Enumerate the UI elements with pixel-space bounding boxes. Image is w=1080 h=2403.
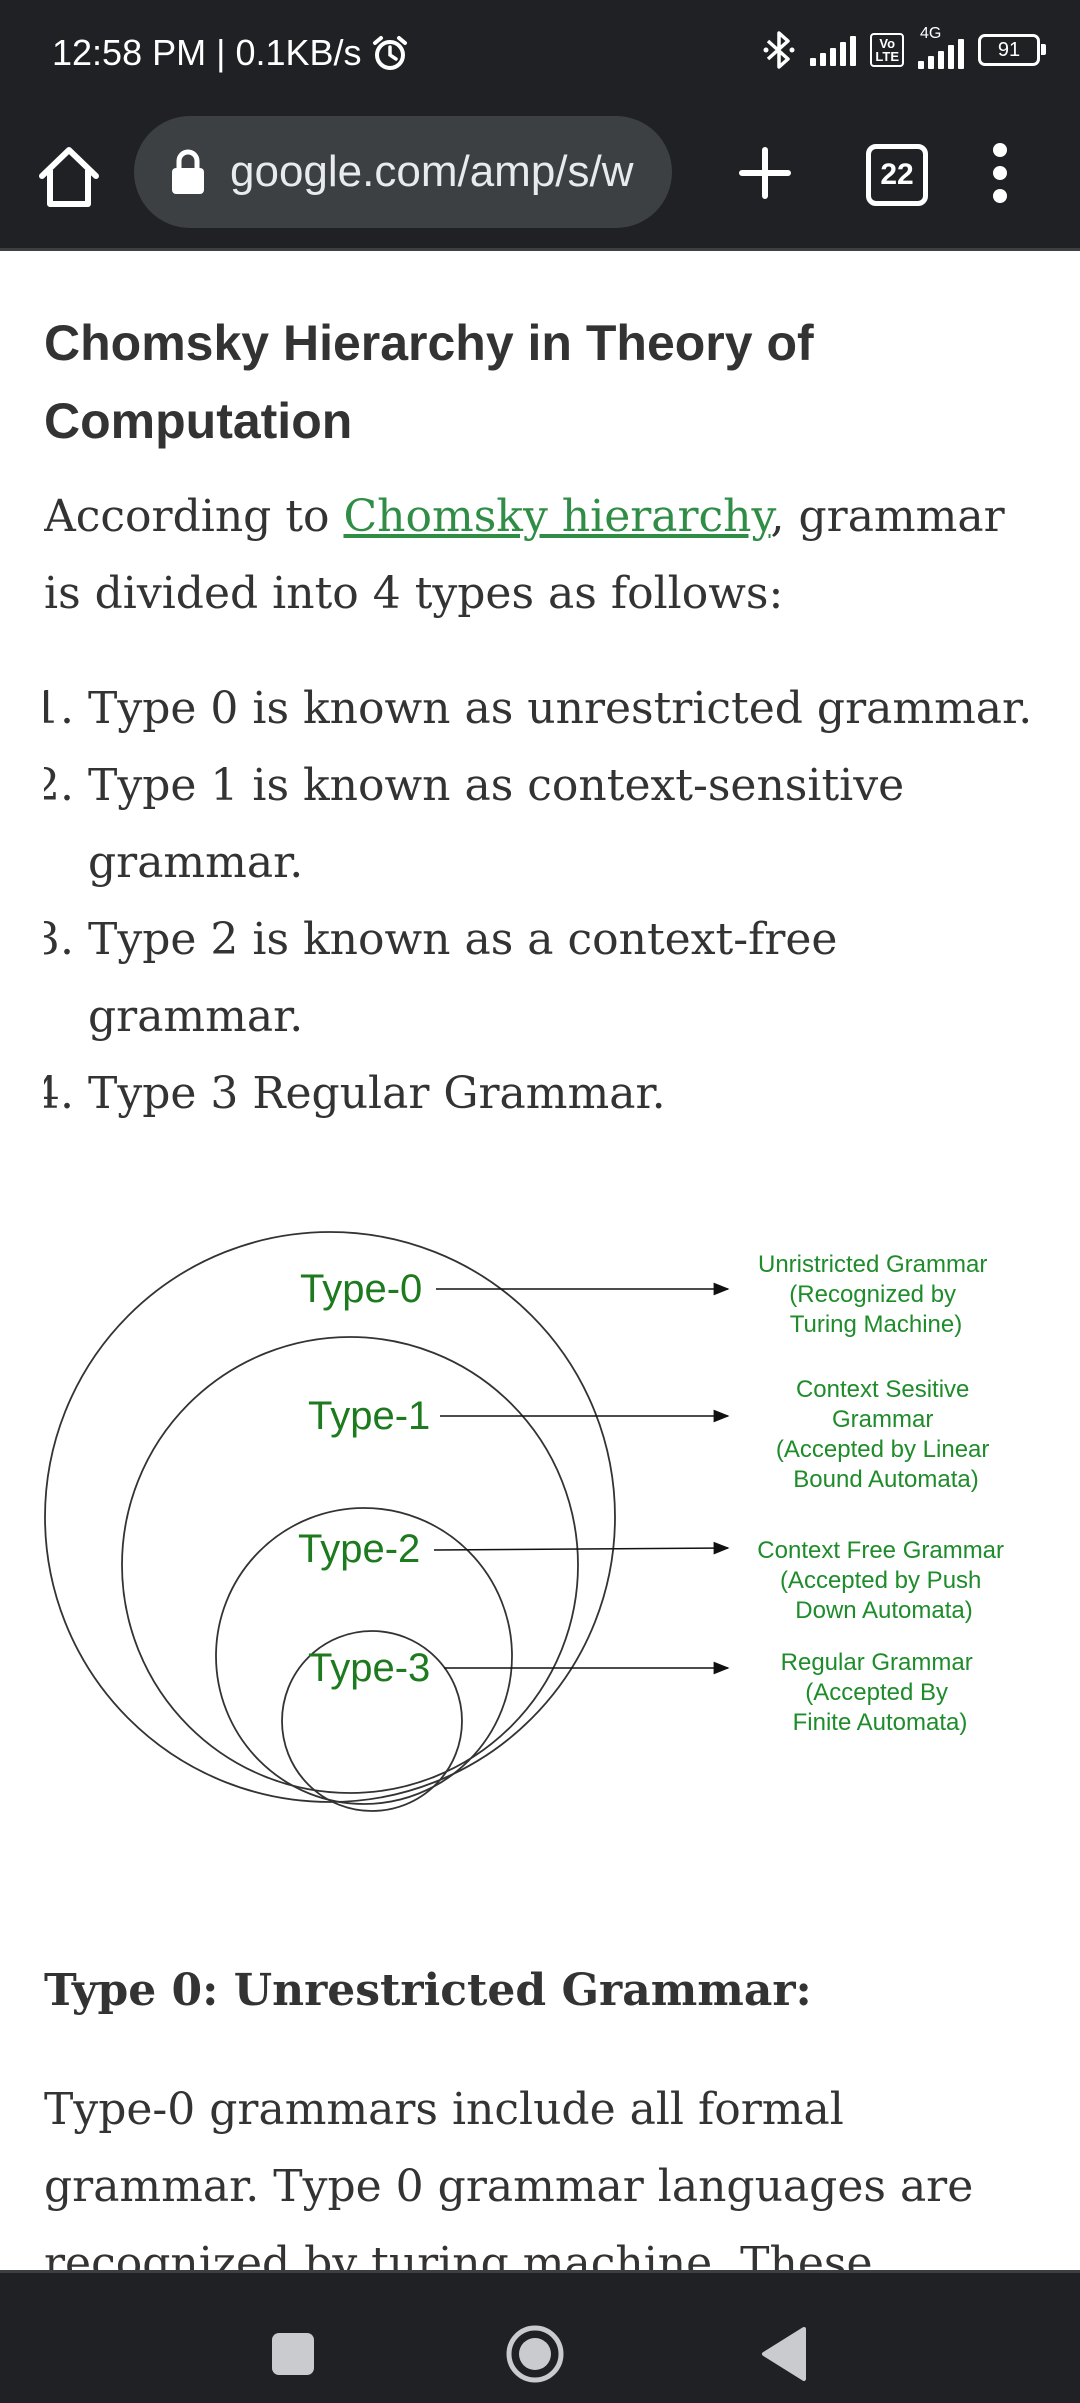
status-bar: 12:58 PM | 0.1KB/s Vo LTE 4G 91 xyxy=(0,0,1080,112)
network-type-label: 4G xyxy=(920,25,942,42)
volte-icon: Vo LTE xyxy=(870,33,904,67)
intro-paragraph: According to Chomsky hierarchy, grammar … xyxy=(44,491,1005,619)
chomsky-hierarchy-diagram: Type-0 Type-1 Type-2 Type-3 Unristricted… xyxy=(44,1231,1010,1812)
browser-toolbar: google.com/amp/s/w 22 xyxy=(0,112,1080,251)
type2-label: Type-2 xyxy=(298,1527,420,1571)
url-text: google.com/amp/s/w xyxy=(230,147,634,196)
type1-label: Type-1 xyxy=(308,1394,430,1438)
status-icons: Vo LTE 4G 91 xyxy=(762,25,1046,70)
signal-1-icon xyxy=(810,34,857,66)
type2-arrow xyxy=(433,1541,730,1555)
tab-switcher-button[interactable]: 22 xyxy=(866,144,928,206)
url-bar[interactable]: google.com/amp/s/w xyxy=(134,116,672,228)
chomsky-hierarchy-link[interactable]: Chomsky hierarchy xyxy=(343,491,770,542)
type0-circle xyxy=(44,1231,616,1803)
alarm-icon xyxy=(372,36,407,70)
triangle-back-icon[interactable] xyxy=(758,2325,808,2383)
circle-icon[interactable] xyxy=(504,2323,566,2385)
square-icon[interactable] xyxy=(272,2333,314,2375)
status-time-text: 12:58 PM | 0.1KB/s xyxy=(52,32,362,73)
section-heading: Type 0: Unrestricted Grammar: xyxy=(44,1965,812,2016)
home-icon[interactable] xyxy=(34,142,104,212)
article-content: Chomsky Hierarchy in Theory of Computati… xyxy=(44,250,1044,2270)
type1-description: Context Sesitive Grammar (Accepted by Li… xyxy=(776,1376,996,1493)
type2-description: Context Free Grammar (Accepted by Push D… xyxy=(757,1537,1010,1624)
list-item: Type 1 is known as context-sensitive gra… xyxy=(88,747,1044,901)
grammar-types-list: Type 0 is known as unrestricted grammar.… xyxy=(44,670,1044,1132)
page-title: Chomsky Hierarchy in Theory of Computati… xyxy=(44,315,814,449)
system-navigation-bar xyxy=(0,2270,1080,2403)
list-item: Type 3 Regular Grammar. xyxy=(88,1055,1044,1132)
type3-label: Type-3 xyxy=(308,1646,430,1690)
section-paragraph: Type-0 grammars include all formal gramm… xyxy=(44,2084,974,2270)
status-time-speed: 12:58 PM | 0.1KB/s xyxy=(52,32,410,74)
tab-count: 22 xyxy=(880,158,914,191)
plus-icon[interactable] xyxy=(730,138,800,208)
type0-description: Unristricted Grammar (Recognized by Turi… xyxy=(758,1251,994,1338)
signal-2-icon: 4G xyxy=(918,25,964,69)
lock-icon xyxy=(172,149,204,194)
battery-level: 91 xyxy=(997,38,1021,61)
type0-label: Type-0 xyxy=(300,1267,422,1311)
type3-description: Regular Grammar (Accepted By Finite Auto… xyxy=(781,1649,980,1736)
list-item: Type 2 is known as a context-free gramma… xyxy=(88,901,1044,1055)
more-vert-icon[interactable] xyxy=(990,138,1010,208)
bluetooth-icon xyxy=(763,31,795,69)
battery-icon: 91 xyxy=(978,34,1046,66)
list-item: Type 0 is known as unrestricted grammar. xyxy=(88,670,1044,747)
